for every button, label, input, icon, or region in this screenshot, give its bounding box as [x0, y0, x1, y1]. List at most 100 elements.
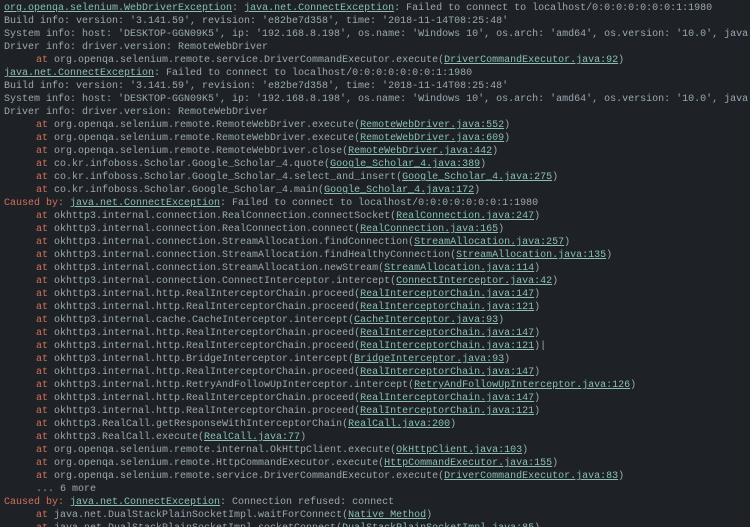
stack-frame[interactable]: at okhttp3.internal.http.BridgeIntercept… — [4, 353, 746, 366]
stack-frame[interactable]: at okhttp3.internal.connection.RealConne… — [4, 223, 746, 236]
source-link[interactable]: java.net.ConnectException — [70, 497, 220, 508]
source-link[interactable]: java.net.ConnectException — [244, 3, 394, 14]
stack-frame[interactable]: at okhttp3.internal.connection.StreamAll… — [4, 262, 746, 275]
stack-frame[interactable]: at java.net.DualStackPlainSocketImpl.wai… — [4, 509, 746, 522]
source-link[interactable]: RemoteWebDriver.java:609 — [360, 133, 504, 144]
log-line[interactable]: ... 6 more — [4, 483, 746, 496]
log-text: ) — [534, 393, 540, 404]
log-line[interactable]: System info: host: 'DESKTOP-GGN09K5', ip… — [4, 93, 746, 106]
stack-frame[interactable]: at okhttp3.internal.http.RetryAndFollowU… — [4, 379, 746, 392]
log-text: ) — [552, 276, 558, 287]
console-output[interactable]: org.openqa.selenium.WebDriverException: … — [0, 0, 750, 527]
stack-frame[interactable]: at okhttp3.internal.http.RealInterceptor… — [4, 366, 746, 379]
stack-frame[interactable]: at java.net.DualStackPlainSocketImpl.soc… — [4, 522, 746, 527]
log-text: ... 6 more — [36, 484, 96, 495]
log-text: ) — [426, 510, 432, 521]
source-link[interactable]: RealConnection.java:247 — [396, 211, 534, 222]
source-link[interactable]: StreamAllocation.java:257 — [414, 237, 564, 248]
stack-frame[interactable]: at okhttp3.internal.connection.StreamAll… — [4, 236, 746, 249]
source-link[interactable]: java.net.ConnectException — [70, 198, 220, 209]
source-link[interactable]: StreamAllocation.java:114 — [384, 263, 534, 274]
caused-by-line[interactable]: Caused by: java.net.ConnectException: Co… — [4, 496, 746, 509]
source-link[interactable]: Google_Scholar_4.java:275 — [402, 172, 552, 183]
stack-frame[interactable]: at org.openqa.selenium.remote.RemoteWebD… — [4, 119, 746, 132]
stack-frame[interactable]: at co.kr.infoboss.Scholar.Google_Scholar… — [4, 158, 746, 171]
log-text: ) — [534, 406, 540, 417]
log-line[interactable]: Driver info: driver.version: RemoteWebDr… — [4, 106, 746, 119]
caused-by-line[interactable]: Caused by: java.net.ConnectException: Fa… — [4, 197, 746, 210]
source-link[interactable]: RealInterceptorChain.java:121 — [360, 341, 534, 352]
log-text: Driver info: driver.version: RemoteWebDr… — [4, 107, 268, 118]
log-line[interactable]: java.net.ConnectException: Failed to con… — [4, 67, 746, 80]
log-text: org.openqa.selenium.remote.service.Drive… — [48, 55, 444, 66]
log-text: )| — [534, 341, 546, 352]
source-link[interactable]: Native Method — [348, 510, 426, 521]
log-text: org.openqa.selenium.remote.internal.OkHt… — [48, 445, 396, 456]
log-text: at — [36, 120, 48, 131]
source-link[interactable]: org.openqa.selenium.WebDriverException — [4, 3, 232, 14]
stack-frame[interactable]: at okhttp3.RealCall.execute(RealCall.jav… — [4, 431, 746, 444]
source-link[interactable]: OkHttpClient.java:103 — [396, 445, 522, 456]
source-link[interactable]: RemoteWebDriver.java:552 — [360, 120, 504, 131]
stack-frame[interactable]: at okhttp3.internal.http.RealInterceptor… — [4, 340, 746, 353]
stack-frame[interactable]: at okhttp3.RealCall.getResponseWithInter… — [4, 418, 746, 431]
stack-frame[interactable]: at org.openqa.selenium.remote.RemoteWebD… — [4, 145, 746, 158]
source-link[interactable]: BridgeInterceptor.java:93 — [354, 354, 504, 365]
log-line[interactable]: org.openqa.selenium.WebDriverException: … — [4, 2, 746, 15]
stack-frame[interactable]: at okhttp3.internal.http.RealInterceptor… — [4, 288, 746, 301]
source-link[interactable]: RealInterceptorChain.java:147 — [360, 289, 534, 300]
source-link[interactable]: CacheInterceptor.java:93 — [354, 315, 498, 326]
log-text: org.openqa.selenium.remote.service.Drive… — [48, 471, 444, 482]
log-text: at — [36, 237, 48, 248]
source-link[interactable]: RealCall.java:200 — [348, 419, 450, 430]
source-link[interactable]: Google_Scholar_4.java:172 — [324, 185, 474, 196]
source-link[interactable]: RealCall.java:77 — [204, 432, 300, 443]
stack-frame[interactable]: at org.openqa.selenium.remote.RemoteWebD… — [4, 132, 746, 145]
log-text: at — [36, 263, 48, 274]
log-line[interactable]: Build info: version: '3.141.59', revisio… — [4, 15, 746, 28]
log-text: co.kr.infoboss.Scholar.Google_Scholar_4.… — [48, 185, 324, 196]
stack-frame[interactable]: at okhttp3.internal.connection.StreamAll… — [4, 249, 746, 262]
stack-frame[interactable]: at org.openqa.selenium.remote.service.Dr… — [4, 54, 746, 67]
source-link[interactable]: RealInterceptorChain.java:121 — [360, 302, 534, 313]
stack-frame[interactable]: at org.openqa.selenium.remote.HttpComman… — [4, 457, 746, 470]
log-line[interactable]: Driver info: driver.version: RemoteWebDr… — [4, 41, 746, 54]
log-text: at — [36, 211, 48, 222]
source-link[interactable]: DriverCommandExecutor.java:92 — [444, 55, 618, 66]
log-line[interactable]: Build info: version: '3.141.59', revisio… — [4, 80, 746, 93]
log-text: ) — [534, 367, 540, 378]
source-link[interactable]: ConnectInterceptor.java:42 — [396, 276, 552, 287]
log-text: System info: host: 'DESKTOP-GGN09K5', ip… — [4, 29, 750, 40]
log-text: okhttp3.internal.connection.StreamAlloca… — [48, 263, 384, 274]
stack-frame[interactable]: at okhttp3.internal.connection.ConnectIn… — [4, 275, 746, 288]
source-link[interactable]: HttpCommandExecutor.java:155 — [384, 458, 552, 469]
log-text: okhttp3.internal.connection.RealConnecti… — [48, 211, 396, 222]
stack-frame[interactable]: at okhttp3.internal.http.RealInterceptor… — [4, 327, 746, 340]
stack-frame[interactable]: at org.openqa.selenium.remote.internal.O… — [4, 444, 746, 457]
source-link[interactable]: RemoteWebDriver.java:442 — [348, 146, 492, 157]
log-text: okhttp3.internal.http.RealInterceptorCha… — [48, 406, 360, 417]
stack-frame[interactable]: at okhttp3.internal.http.RealInterceptor… — [4, 392, 746, 405]
stack-frame[interactable]: at okhttp3.internal.http.RealInterceptor… — [4, 405, 746, 418]
log-text: okhttp3.internal.connection.StreamAlloca… — [48, 250, 456, 261]
source-link[interactable]: RetryAndFollowUpInterceptor.java:126 — [414, 380, 630, 391]
log-line[interactable]: System info: host: 'DESKTOP-GGN09K5', ip… — [4, 28, 746, 41]
source-link[interactable]: RealInterceptorChain.java:121 — [360, 406, 534, 417]
log-text: org.openqa.selenium.remote.RemoteWebDriv… — [48, 120, 360, 131]
source-link[interactable]: RealInterceptorChain.java:147 — [360, 393, 534, 404]
source-link[interactable]: RealConnection.java:165 — [360, 224, 498, 235]
stack-frame[interactable]: at okhttp3.internal.connection.RealConne… — [4, 210, 746, 223]
stack-frame[interactable]: at org.openqa.selenium.remote.service.Dr… — [4, 470, 746, 483]
source-link[interactable]: java.net.ConnectException — [4, 68, 154, 79]
source-link[interactable]: StreamAllocation.java:135 — [456, 250, 606, 261]
source-link[interactable]: DualStackPlainSocketImpl.java:85 — [342, 523, 534, 527]
log-text: Build info: version: '3.141.59', revisio… — [4, 16, 508, 27]
stack-frame[interactable]: at okhttp3.internal.http.RealInterceptor… — [4, 301, 746, 314]
stack-frame[interactable]: at co.kr.infoboss.Scholar.Google_Scholar… — [4, 171, 746, 184]
source-link[interactable]: RealInterceptorChain.java:147 — [360, 328, 534, 339]
source-link[interactable]: RealInterceptorChain.java:147 — [360, 367, 534, 378]
stack-frame[interactable]: at co.kr.infoboss.Scholar.Google_Scholar… — [4, 184, 746, 197]
source-link[interactable]: Google_Scholar_4.java:389 — [330, 159, 480, 170]
source-link[interactable]: DriverCommandExecutor.java:83 — [444, 471, 618, 482]
stack-frame[interactable]: at okhttp3.internal.cache.CacheIntercept… — [4, 314, 746, 327]
